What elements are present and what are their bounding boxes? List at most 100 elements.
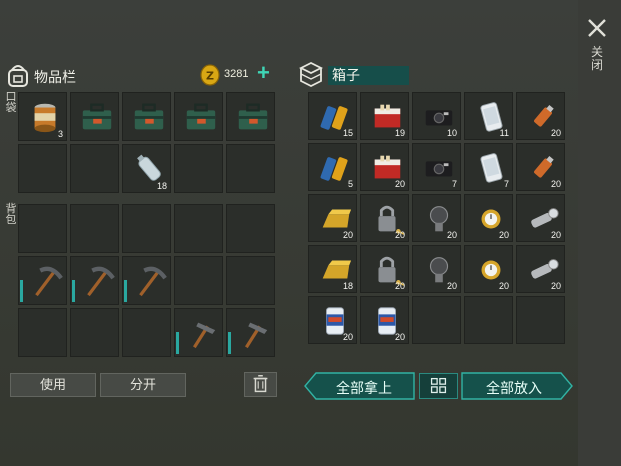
box-slot[interactable]: 20 — [516, 143, 565, 191]
backpack-slot[interactable] — [174, 308, 223, 357]
pocket-slot[interactable] — [226, 144, 275, 193]
box-slot[interactable]: 11 — [464, 92, 513, 140]
item-quantity: 7 — [503, 179, 509, 189]
pickaxe-icon — [35, 266, 63, 297]
backpack-slot[interactable] — [122, 204, 171, 253]
backpack-slot[interactable] — [174, 204, 223, 253]
item-quantity: 20 — [550, 230, 561, 240]
take-all-label: 全部拿上 — [336, 380, 392, 396]
item-quantity: 20 — [394, 332, 405, 342]
item-quantity: 15 — [342, 128, 353, 138]
backpack-slot[interactable] — [226, 256, 275, 305]
item-quantity: 20 — [394, 179, 405, 189]
box-slot[interactable] — [464, 296, 513, 344]
item-quantity: 20 — [550, 281, 561, 291]
box-slot[interactable]: 19 — [360, 92, 409, 140]
close-icon[interactable] — [586, 16, 608, 40]
backpack-slot[interactable] — [174, 256, 223, 305]
item-quantity: 20 — [342, 230, 353, 240]
pocket-slot[interactable] — [122, 92, 171, 141]
trash-icon — [253, 375, 268, 393]
item-quantity: 20 — [394, 230, 405, 240]
item-quantity: 20 — [550, 128, 561, 138]
put-all-label: 全部放入 — [486, 380, 542, 396]
box-slot[interactable]: 18 — [308, 245, 357, 293]
pocket-slot[interactable] — [18, 144, 67, 193]
item-quantity: 3 — [57, 129, 63, 139]
box-slot[interactable]: 20 — [360, 296, 409, 344]
item-quantity: 5 — [347, 179, 353, 189]
pocket-slot[interactable]: 3 — [18, 92, 67, 141]
box-slot[interactable]: 7 — [464, 143, 513, 191]
box-slot[interactable] — [516, 296, 565, 344]
trash-button[interactable] — [244, 372, 277, 397]
box-slot[interactable]: 20 — [360, 194, 409, 242]
box-slot[interactable]: 20 — [308, 296, 357, 344]
grid-sort-icon — [430, 377, 447, 394]
box-slot[interactable]: 20 — [516, 245, 565, 293]
add-coins-button[interactable]: + — [257, 62, 275, 84]
use-button[interactable]: 使用 — [10, 373, 96, 397]
pocket-slot[interactable] — [174, 144, 223, 193]
pocket-grid: 3 18 — [18, 92, 275, 193]
item-quantity: 18 — [156, 181, 167, 191]
backpack-slot[interactable] — [226, 308, 275, 357]
backpack-slot[interactable] — [122, 256, 171, 305]
pocket-slot[interactable] — [226, 92, 275, 141]
box-slot[interactable]: 10 — [412, 92, 461, 140]
coin-count: 3281 — [224, 68, 249, 80]
pickaxe-icon — [139, 266, 167, 297]
item-quantity: 20 — [550, 179, 561, 189]
box-slot[interactable]: 5 — [308, 143, 357, 191]
box-slot[interactable]: 20 — [412, 245, 461, 293]
box-grid: 15 19 10 11 20 5 20 7 7 20 20 20 20 20 20 18 20 20 20 20 20 2… — [308, 92, 565, 344]
backpack-slot[interactable] — [122, 308, 171, 357]
box-icon — [298, 61, 324, 88]
item-quantity: 11 — [499, 128, 509, 138]
backpack-slot[interactable] — [18, 308, 67, 357]
box-slot[interactable]: 20 — [516, 92, 565, 140]
hammer-icon — [245, 322, 268, 349]
box-slot[interactable]: 20 — [308, 194, 357, 242]
backpack-slot[interactable] — [18, 204, 67, 253]
item-quantity: 20 — [342, 332, 353, 342]
pocket-slot[interactable] — [174, 92, 223, 141]
pickaxe-icon — [87, 266, 115, 297]
box-slot[interactable]: 20 — [464, 194, 513, 242]
item-quantity: 20 — [394, 281, 405, 291]
item-quantity: 19 — [394, 128, 405, 138]
pocket-slot[interactable] — [70, 92, 119, 141]
box-slot[interactable]: 20 — [412, 194, 461, 242]
box-title: 箱子 — [328, 66, 409, 85]
item-quantity: 10 — [446, 128, 457, 138]
backpack-slot[interactable] — [70, 256, 119, 305]
box-slot[interactable]: 20 — [360, 143, 409, 191]
item-quantity: 7 — [451, 179, 457, 189]
box-slot[interactable]: 20 — [464, 245, 513, 293]
close-label[interactable]: 关闭 — [590, 46, 604, 72]
split-button[interactable]: 分开 — [100, 373, 186, 397]
toolbox-icon — [82, 103, 112, 130]
hammer-icon — [193, 322, 216, 349]
toolbox-icon — [134, 103, 164, 130]
box-slot[interactable]: 20 — [360, 245, 409, 293]
pocket-slot[interactable] — [70, 144, 119, 193]
svg-text:Z: Z — [206, 70, 214, 83]
box-slot[interactable] — [412, 296, 461, 344]
box-slot[interactable]: 15 — [308, 92, 357, 140]
backpack-slot[interactable] — [226, 204, 275, 253]
box-slot[interactable]: 7 — [412, 143, 461, 191]
toolbox-icon — [238, 103, 268, 130]
box-slot[interactable]: 20 — [516, 194, 565, 242]
backpack-grid — [18, 204, 275, 357]
toolbox-icon — [186, 103, 216, 130]
item-quantity: 18 — [342, 281, 353, 291]
pocket-slot[interactable]: 18 — [122, 144, 171, 193]
backpack-slot[interactable] — [70, 204, 119, 253]
backpack-slot[interactable] — [70, 308, 119, 357]
backpack-slot[interactable] — [18, 256, 67, 305]
backpack-label: 背包 — [5, 203, 17, 226]
item-quantity: 20 — [498, 230, 509, 240]
coin-icon: Z — [200, 64, 220, 86]
sort-button[interactable] — [419, 373, 458, 399]
